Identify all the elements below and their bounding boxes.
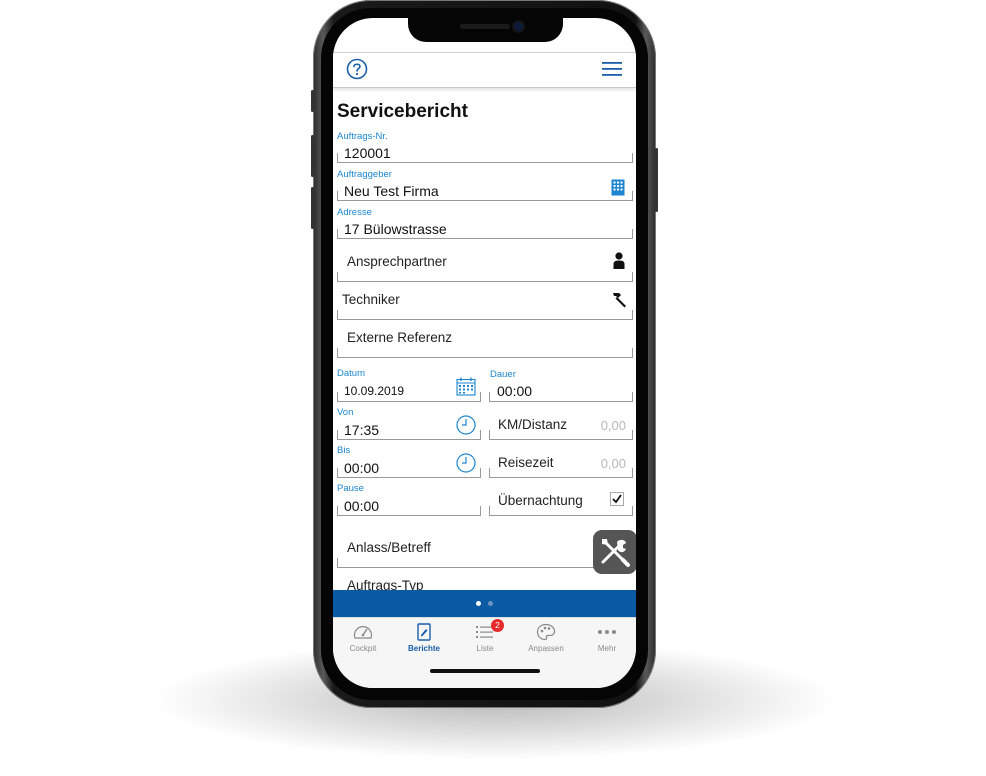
pause-label: Pause: [337, 483, 364, 494]
adresse-label: Adresse: [337, 207, 372, 218]
uebernachtung-checkbox[interactable]: [610, 492, 624, 506]
report-form: Servicebericht Auftrags-Nr. 120001 Auftr…: [333, 87, 636, 590]
mute-switch: [311, 90, 314, 112]
phone-frame: Servicebericht Auftrags-Nr. 120001 Auftr…: [311, 0, 658, 708]
techniker-placeholder: Techniker: [342, 292, 400, 307]
gauge-icon: [353, 626, 373, 639]
front-camera: [514, 22, 523, 31]
tab-label: Anpassen: [528, 644, 564, 653]
ansprechpartner-field[interactable]: Ansprechpartner: [333, 247, 636, 287]
tab-liste[interactable]: 2 Liste: [455, 618, 515, 658]
bis-label: Bis: [337, 445, 351, 456]
km-distanz-placeholder: KM/Distanz: [498, 417, 568, 432]
auftraggeber-label: Auftraggeber: [337, 169, 392, 180]
auftraggeber-value: Neu Test Firma: [344, 183, 439, 199]
auftrags-typ-field[interactable]: Auftrags-Typ: [333, 571, 636, 590]
hamburger-menu-icon[interactable]: [602, 61, 622, 77]
auftragsnr-field[interactable]: Auftrags-Nr. 120001: [333, 129, 636, 169]
von-value: 17:35: [344, 422, 380, 438]
notch: [408, 18, 563, 42]
document-edit-icon: [417, 623, 431, 641]
dauer-label: Dauer: [490, 369, 516, 380]
page-dot-active[interactable]: [476, 601, 481, 606]
ansprechpartner-placeholder: Ansprechpartner: [347, 254, 447, 269]
bis-field[interactable]: Bis 00:00: [333, 443, 483, 483]
phone-screen: Servicebericht Auftrags-Nr. 120001 Auftr…: [333, 18, 636, 688]
datum-label: Datum: [337, 368, 365, 379]
datum-field[interactable]: Datum 10.09.2019: [333, 367, 483, 407]
tab-berichte[interactable]: Berichte: [394, 618, 454, 658]
tab-anpassen[interactable]: Anpassen: [516, 618, 576, 658]
km-distanz-value: 0,00: [600, 418, 626, 433]
hammer-icon[interactable]: [610, 291, 627, 308]
tab-label: Berichte: [407, 644, 440, 653]
page-indicator-bar: [333, 590, 636, 617]
reisezeit-value: 0,00: [600, 456, 626, 471]
reisezeit-placeholder: Reisezeit: [498, 455, 554, 470]
km-distanz-field[interactable]: KM/Distanz 0,00: [486, 405, 636, 445]
dauer-field[interactable]: Dauer 00:00: [486, 367, 636, 407]
liste-badge: 2: [491, 619, 504, 632]
tab-label: Liste: [476, 644, 494, 653]
pause-value: 00:00: [344, 498, 380, 514]
tools-icon: [601, 539, 630, 567]
palette-icon: [536, 623, 556, 641]
externe-referenz-field[interactable]: Externe Referenz: [333, 323, 636, 363]
reisezeit-field[interactable]: Reisezeit 0,00: [486, 443, 636, 483]
adresse-value: 17 Bülowstrasse: [344, 221, 447, 237]
datum-value: 10.09.2019: [344, 384, 405, 398]
uebernachtung-field[interactable]: Übernachtung: [486, 481, 636, 521]
person-icon[interactable]: [613, 252, 625, 269]
tools-fab-button[interactable]: [593, 530, 636, 574]
auftragsnr-value: 120001: [344, 145, 391, 161]
auftrags-typ-placeholder: Auftrags-Typ: [347, 578, 424, 590]
bottom-tab-bar: Cockpit Berichte 2 Liste Anpassen Mehr: [333, 617, 636, 688]
dauer-value: 00:00: [497, 383, 533, 399]
bis-value: 00:00: [344, 460, 380, 476]
tab-cockpit[interactable]: Cockpit: [333, 618, 393, 658]
more-dots-icon: [598, 630, 616, 634]
pause-field[interactable]: Pause 00:00: [333, 481, 483, 521]
volume-down-button: [311, 187, 314, 229]
power-button: [655, 148, 658, 212]
clock-icon[interactable]: [456, 453, 476, 473]
anlass-betreff-field[interactable]: Anlass/Betreff: [333, 533, 636, 573]
calendar-icon[interactable]: [456, 377, 476, 396]
page-title: Servicebericht: [337, 101, 468, 122]
app-header: [333, 52, 636, 88]
tab-label: Mehr: [597, 644, 617, 653]
tab-label: Cockpit: [349, 644, 377, 653]
anlass-betreff-placeholder: Anlass/Betreff: [347, 540, 431, 555]
speaker: [460, 24, 510, 29]
externe-referenz-placeholder: Externe Referenz: [347, 330, 453, 345]
von-label: Von: [337, 407, 354, 418]
tab-mehr[interactable]: Mehr: [577, 618, 636, 658]
adresse-field[interactable]: Adresse 17 Bülowstrasse: [333, 205, 636, 245]
page-dot[interactable]: [488, 601, 493, 606]
home-indicator[interactable]: [430, 669, 540, 673]
von-field[interactable]: Von 17:35: [333, 405, 483, 445]
techniker-field[interactable]: Techniker: [333, 285, 636, 325]
uebernachtung-label: Übernachtung: [498, 493, 583, 508]
help-icon[interactable]: [346, 58, 368, 80]
building-icon[interactable]: [611, 179, 625, 196]
auftragsnr-label: Auftrags-Nr.: [337, 131, 388, 142]
volume-up-button: [311, 135, 314, 177]
clock-icon[interactable]: [456, 415, 476, 435]
auftraggeber-field[interactable]: Auftraggeber Neu Test Firma: [333, 167, 636, 207]
